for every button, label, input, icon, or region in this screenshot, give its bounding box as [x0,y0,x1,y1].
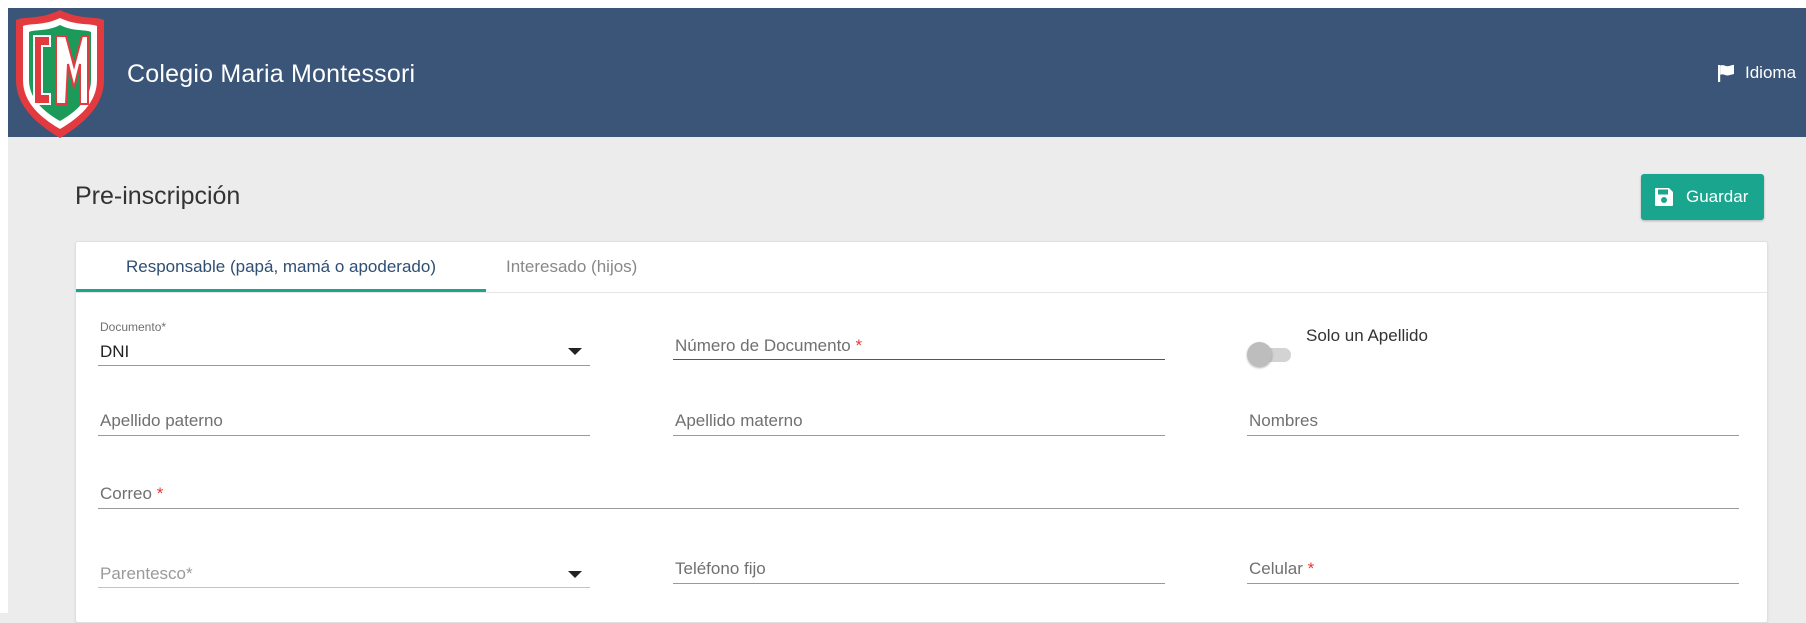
school-logo[interactable] [10,8,110,140]
app-title: Colegio Maria Montessori [127,60,416,88]
parentesco-select[interactable]: Parentesco* [98,554,590,588]
apellido-paterno-field[interactable]: Apellido paterno [98,404,590,436]
parentesco-placeholder: Parentesco* [100,564,193,583]
language-menu[interactable]: Idioma [1718,63,1796,83]
nombres-label: Nombres [1249,411,1318,430]
apellido-materno-label: Apellido materno [675,411,803,430]
window-left-border [0,0,8,613]
telefono-fijo-label: Teléfono fijo [675,559,766,578]
shield-logo-icon [16,10,104,138]
save-button-label: Guardar [1686,187,1749,206]
tab-bar: Responsable (papá, mamá o apoderado) Int… [76,242,1767,293]
chevron-down-icon [568,571,582,578]
numero-documento-field[interactable]: Número de Documento * [673,328,1165,360]
save-button[interactable]: Guardar [1641,174,1764,220]
parentesco-underline [98,587,590,588]
toggle-thumb [1247,342,1272,367]
floppy-disk-icon [1655,188,1673,206]
nombres-underline [1247,435,1739,436]
celular-underline [1247,583,1739,584]
numero-documento-underline [673,359,1165,360]
documento-value: DNI [100,342,130,361]
celular-field[interactable]: Celular * [1247,552,1739,584]
documento-select[interactable]: Documento* DNI [98,320,590,366]
documento-label: Documento* [100,320,167,334]
solo-apellido-toggle[interactable] [1247,340,1295,367]
documento-underline [98,365,590,366]
solo-apellido-label: Solo un Apellido [1306,326,1428,345]
apellido-materno-field[interactable]: Apellido materno [673,404,1165,436]
language-label: Idioma [1745,63,1797,82]
top-navbar: Colegio Maria Montessori Idioma [8,8,1806,140]
window-top-border [0,0,1806,8]
numero-documento-label: Número de Documento * [675,336,863,355]
apellido-paterno-underline [98,435,590,436]
nombres-field[interactable]: Nombres [1247,404,1739,436]
flag-icon [1718,64,1734,82]
page-title: Pre-inscripción [75,182,241,210]
telefono-fijo-underline [673,583,1165,584]
telefono-fijo-field[interactable]: Teléfono fijo [673,552,1165,584]
correo-underline [98,508,1739,509]
tab-interesado[interactable]: Interesado (hijos) [506,242,706,292]
chevron-down-icon [568,348,582,355]
apellido-paterno-label: Apellido paterno [100,411,223,430]
celular-label: Celular * [1249,559,1315,578]
apellido-materno-underline [673,435,1165,436]
correo-field[interactable]: Correo * [98,477,1739,509]
tab-responsable[interactable]: Responsable (papá, mamá o apoderado) [76,242,486,292]
correo-label: Correo * [100,484,164,503]
